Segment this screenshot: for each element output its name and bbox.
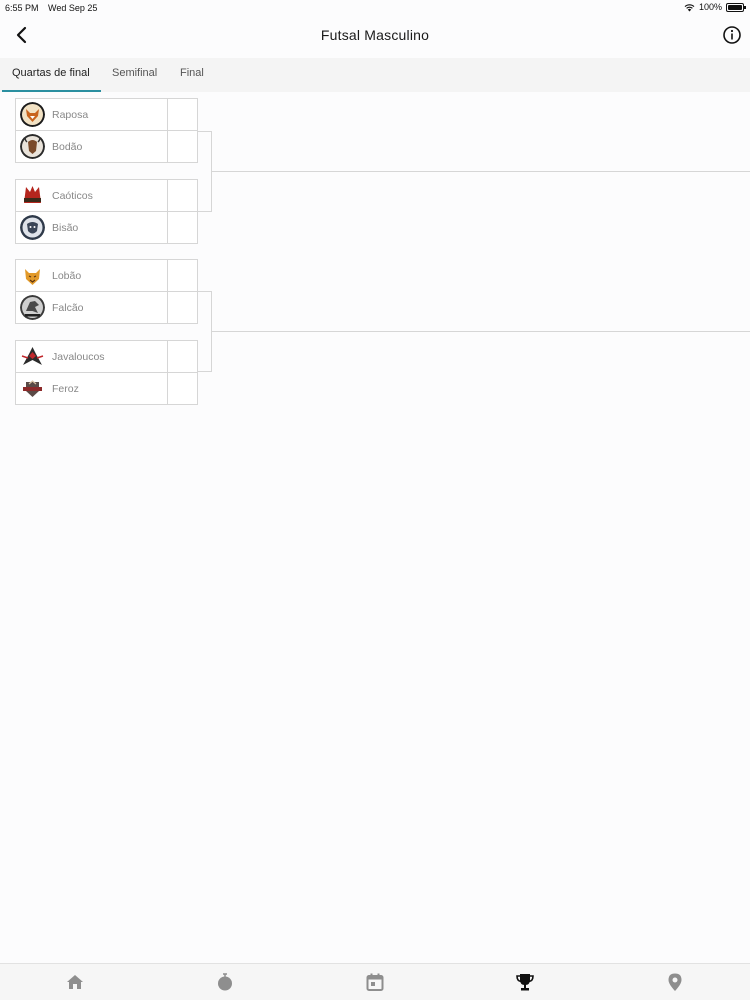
wifi-icon — [684, 3, 695, 11]
team-score — [167, 211, 198, 244]
team-score — [167, 291, 198, 324]
ball-icon[interactable] — [214, 971, 236, 993]
round-tabs: Quartas de final Semifinal Final — [0, 58, 750, 92]
team-row[interactable]: Bisão — [15, 211, 198, 244]
team-name: Feroz — [52, 383, 79, 395]
team-row[interactable]: Falcão — [15, 291, 198, 324]
team-score — [167, 259, 198, 292]
team-logo-javaloucos — [20, 344, 45, 369]
team-name: Lobão — [52, 270, 82, 282]
bracket-line — [212, 171, 750, 172]
status-date: Wed Sep 25 — [48, 3, 98, 13]
team-row[interactable]: Lobão — [15, 259, 198, 292]
battery-percent: 100% — [698, 2, 722, 12]
status-bar: 6:55 PM Wed Sep 25 100% — [0, 0, 750, 16]
team-name: Caóticos — [52, 190, 93, 202]
team-score — [167, 372, 198, 405]
team-row[interactable]: Feroz — [15, 372, 198, 405]
team-logo-bodao — [20, 134, 45, 159]
home-icon[interactable] — [64, 971, 86, 993]
team-score — [167, 98, 198, 131]
team-logo-raposa — [20, 102, 45, 127]
team-logo-falcao — [20, 295, 45, 320]
team-logo-caoticos — [20, 183, 45, 208]
team-score — [167, 130, 198, 163]
bottom-tab-bar — [0, 963, 750, 1000]
team-logo-feroz — [20, 376, 45, 401]
info-circle-icon[interactable] — [722, 25, 742, 45]
status-right: 100% — [684, 2, 746, 12]
team-name: Javaloucos — [52, 351, 105, 363]
bracket: Raposa Bodão Caóticos Bisão Lobão Falcão… — [0, 92, 750, 422]
tab-semifinal[interactable]: Semifinal — [112, 67, 157, 79]
page-title: Futsal Masculino — [320, 27, 430, 43]
team-row[interactable]: Raposa — [15, 98, 198, 131]
trophy-icon[interactable] — [514, 971, 536, 993]
team-logo-lobao — [20, 263, 45, 288]
bracket-line — [212, 331, 750, 332]
tab-final[interactable]: Final — [180, 67, 204, 79]
team-row[interactable]: Bodão — [15, 130, 198, 163]
battery-icon — [726, 2, 746, 12]
nav-bar: Futsal Masculino — [0, 16, 750, 56]
team-name: Bisão — [52, 222, 79, 234]
team-row[interactable]: Javaloucos — [15, 340, 198, 373]
team-name: Bodão — [52, 141, 83, 153]
team-score — [167, 340, 198, 373]
team-name: Raposa — [52, 109, 89, 121]
location-pin-icon[interactable] — [664, 971, 686, 993]
tab-quartas-de-final[interactable]: Quartas de final — [12, 67, 90, 79]
team-logo-bisao — [20, 215, 45, 240]
team-score — [167, 179, 198, 212]
status-time: 6:55 PM — [5, 3, 39, 13]
team-name: Falcão — [52, 302, 84, 314]
calendar-icon[interactable] — [364, 971, 386, 993]
team-row[interactable]: Caóticos — [15, 179, 198, 212]
